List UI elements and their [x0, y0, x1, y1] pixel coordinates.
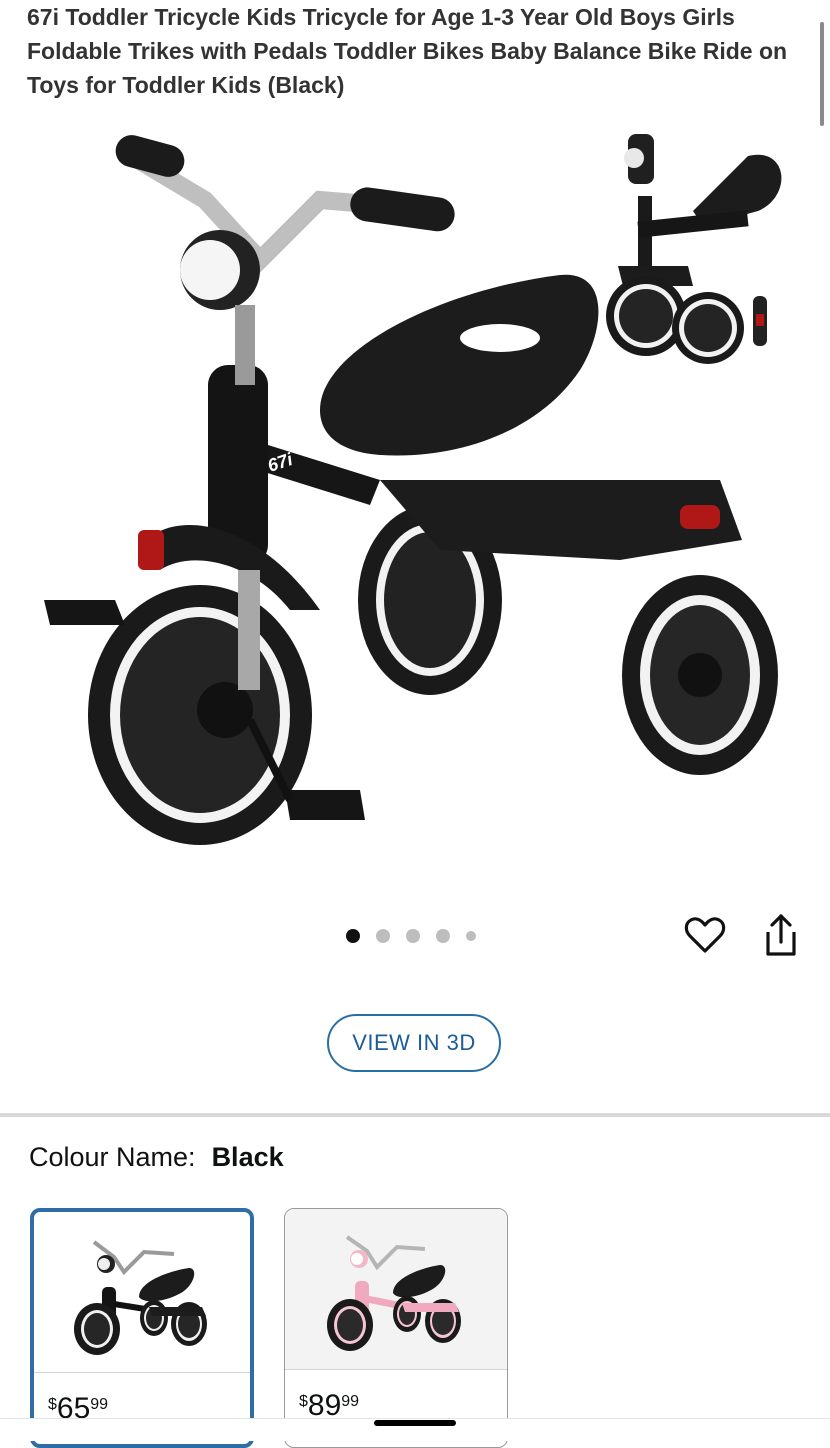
colour-swatch-pink[interactable]: $8999 — [284, 1208, 508, 1448]
colour-label: Colour Name: — [29, 1142, 196, 1172]
scrollbar[interactable] — [820, 22, 824, 126]
swatch-image-pink — [285, 1209, 507, 1369]
carousel-dot[interactable] — [376, 929, 390, 943]
carousel-dot[interactable] — [406, 929, 420, 943]
carousel-dot[interactable] — [436, 929, 450, 943]
colour-swatch-black[interactable]: $6599 — [30, 1208, 254, 1448]
share-icon[interactable] — [758, 910, 804, 960]
carousel-dot[interactable] — [346, 929, 360, 943]
view-in-3d-button[interactable]: VIEW IN 3D — [327, 1014, 501, 1072]
currency-symbol: $ — [48, 1396, 57, 1413]
heart-icon[interactable] — [682, 912, 728, 958]
home-indicator[interactable] — [374, 1420, 456, 1426]
colour-value: Black — [211, 1142, 284, 1172]
currency-symbol: $ — [299, 1393, 308, 1410]
image-carousel-dots[interactable] — [346, 929, 476, 943]
folded-product-image — [606, 134, 782, 364]
swatch-image-black — [74, 1240, 207, 1355]
price-fraction: 99 — [341, 1393, 360, 1410]
product-title: 67i Toddler Tricycle Kids Tricycle for A… — [27, 4, 788, 98]
section-divider — [0, 1113, 830, 1117]
carousel-dot[interactable] — [466, 931, 476, 941]
swatch-separator — [34, 1372, 250, 1373]
price-fraction: 99 — [90, 1396, 109, 1413]
colour-name-row: Colour Name: Black — [29, 1142, 284, 1173]
swatch-separator — [285, 1369, 507, 1370]
